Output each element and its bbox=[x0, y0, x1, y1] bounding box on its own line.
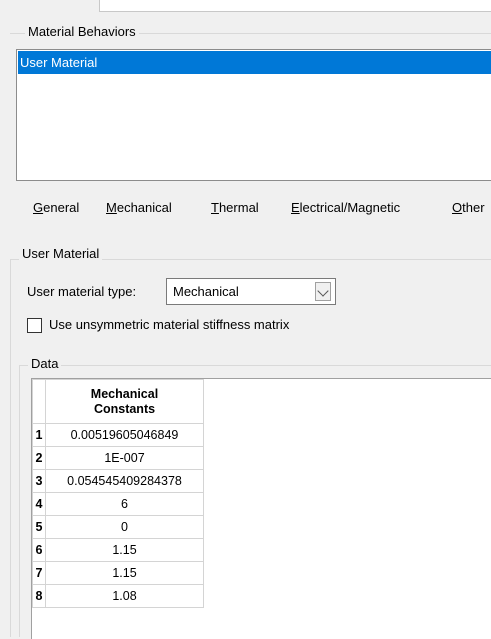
table-cell-value[interactable]: 1E-007 bbox=[45, 446, 204, 470]
menu-other[interactable]: Other bbox=[452, 200, 491, 215]
table-cell-value[interactable]: 1.15 bbox=[45, 538, 204, 562]
table-cell-value[interactable]: 0.00519605046849 bbox=[45, 423, 204, 447]
row-number[interactable]: 4 bbox=[32, 492, 46, 516]
table-row: 2 1E-007 bbox=[32, 446, 204, 470]
table-row: 8 1.08 bbox=[32, 584, 204, 608]
menu-mechanical-mnemonic: M bbox=[106, 200, 117, 215]
row-number[interactable]: 1 bbox=[32, 423, 46, 447]
table-row: 1 0.00519605046849 bbox=[32, 423, 204, 447]
table-row: 3 0.054545409284378 bbox=[32, 469, 204, 493]
data-group-label: Data bbox=[28, 356, 62, 371]
menu-other-mnemonic: O bbox=[452, 200, 463, 215]
user-material-group-label: User Material bbox=[19, 246, 103, 261]
menu-thermal[interactable]: Thermal bbox=[211, 200, 259, 215]
unsymmetric-stiffness-checkbox[interactable] bbox=[27, 318, 42, 333]
row-number[interactable]: 5 bbox=[32, 515, 46, 539]
table-row: 7 1.15 bbox=[32, 561, 204, 585]
row-number[interactable]: 2 bbox=[32, 446, 46, 470]
table-cell-value[interactable]: 6 bbox=[45, 492, 204, 516]
behaviors-list[interactable]: User Material bbox=[16, 49, 491, 181]
data-group-left-edge bbox=[19, 365, 20, 637]
table-row: 5 0 bbox=[32, 515, 204, 539]
column-header-mechanical-constants[interactable]: Mechanical Constants bbox=[45, 379, 204, 424]
table-row: 4 6 bbox=[32, 492, 204, 516]
upper-panel-edge bbox=[99, 0, 491, 12]
chevron-down-icon[interactable] bbox=[315, 282, 331, 301]
behaviors-list-item-user-material[interactable]: User Material bbox=[18, 51, 491, 74]
user-material-type-value: Mechanical bbox=[173, 284, 239, 299]
data-group-frame bbox=[19, 365, 491, 366]
user-material-group-left-edge bbox=[10, 259, 11, 637]
menu-mechanical[interactable]: Mechanical bbox=[106, 200, 172, 215]
menu-electrical-rest: lectrical/Magnetic bbox=[299, 200, 401, 215]
data-table-container[interactable]: Mechanical Constants 1 0.00519605046849 … bbox=[31, 378, 491, 639]
menu-general[interactable]: General bbox=[33, 200, 79, 215]
menu-thermal-rest: hermal bbox=[218, 200, 259, 215]
user-material-type-label: User material type: bbox=[27, 284, 137, 299]
menu-mechanical-rest: echanical bbox=[116, 200, 172, 215]
menu-electrical-magnetic[interactable]: Electrical/Magnetic bbox=[291, 200, 400, 215]
table-cell-value[interactable]: 0 bbox=[45, 515, 204, 539]
row-number[interactable]: 7 bbox=[32, 561, 46, 585]
table-corner-cell bbox=[32, 379, 46, 424]
column-header-line2: Constants bbox=[93, 401, 156, 416]
table-cell-value[interactable]: 1.15 bbox=[45, 561, 204, 585]
menu-electrical-mnemonic: E bbox=[291, 200, 300, 215]
column-header-line1: Mechanical bbox=[90, 386, 159, 401]
row-number[interactable]: 6 bbox=[32, 538, 46, 562]
row-number[interactable]: 8 bbox=[32, 584, 46, 608]
menu-general-mnemonic: G bbox=[33, 200, 44, 215]
behaviors-group-label: Material Behaviors bbox=[25, 24, 139, 39]
menu-general-rest: eneral bbox=[43, 200, 80, 215]
unsymmetric-stiffness-label: Use unsymmetric material stiffness matri… bbox=[49, 317, 290, 332]
data-table: Mechanical Constants 1 0.00519605046849 … bbox=[32, 379, 204, 608]
table-cell-value[interactable]: 0.054545409284378 bbox=[45, 469, 204, 493]
user-material-type-select[interactable]: Mechanical bbox=[166, 278, 336, 305]
menu-other-rest: ther bbox=[462, 200, 485, 215]
menu-thermal-mnemonic: T bbox=[211, 200, 219, 215]
table-row: 6 1.15 bbox=[32, 538, 204, 562]
table-cell-value[interactable]: 1.08 bbox=[45, 584, 204, 608]
row-number[interactable]: 3 bbox=[32, 469, 46, 493]
